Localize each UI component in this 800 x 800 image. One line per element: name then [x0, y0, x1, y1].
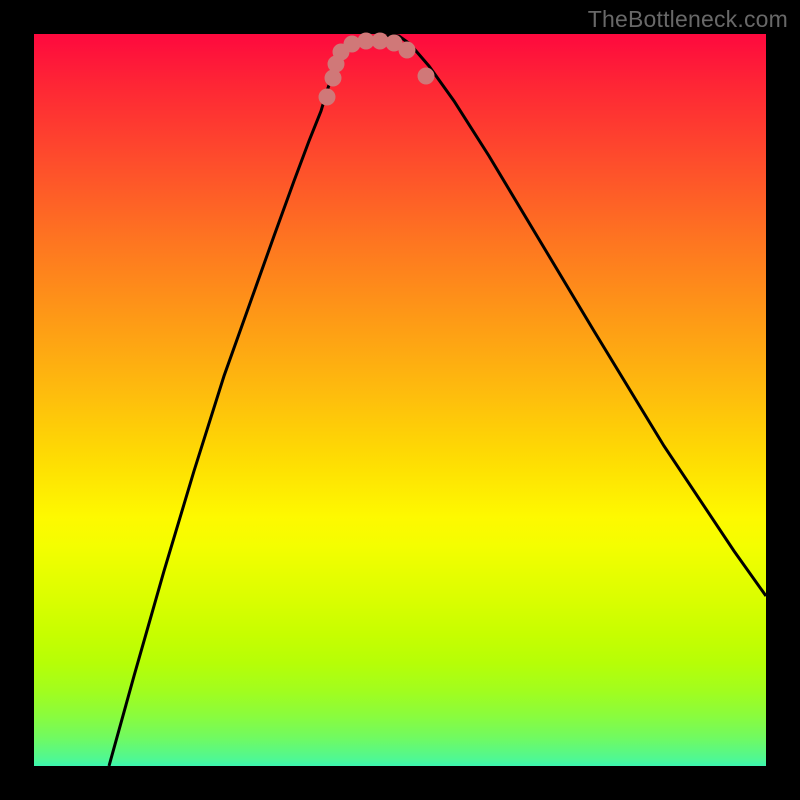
- trough-dot: [418, 68, 435, 85]
- bottleneck-curve: [109, 35, 766, 766]
- trough-dot: [325, 70, 342, 87]
- trough-dot: [344, 36, 361, 53]
- trough-dot: [319, 89, 336, 106]
- curve-layer: [34, 34, 766, 766]
- chart-frame: TheBottleneck.com: [0, 0, 800, 800]
- watermark-text: TheBottleneck.com: [588, 6, 788, 33]
- trough-markers: [319, 33, 435, 106]
- trough-dot: [399, 42, 416, 59]
